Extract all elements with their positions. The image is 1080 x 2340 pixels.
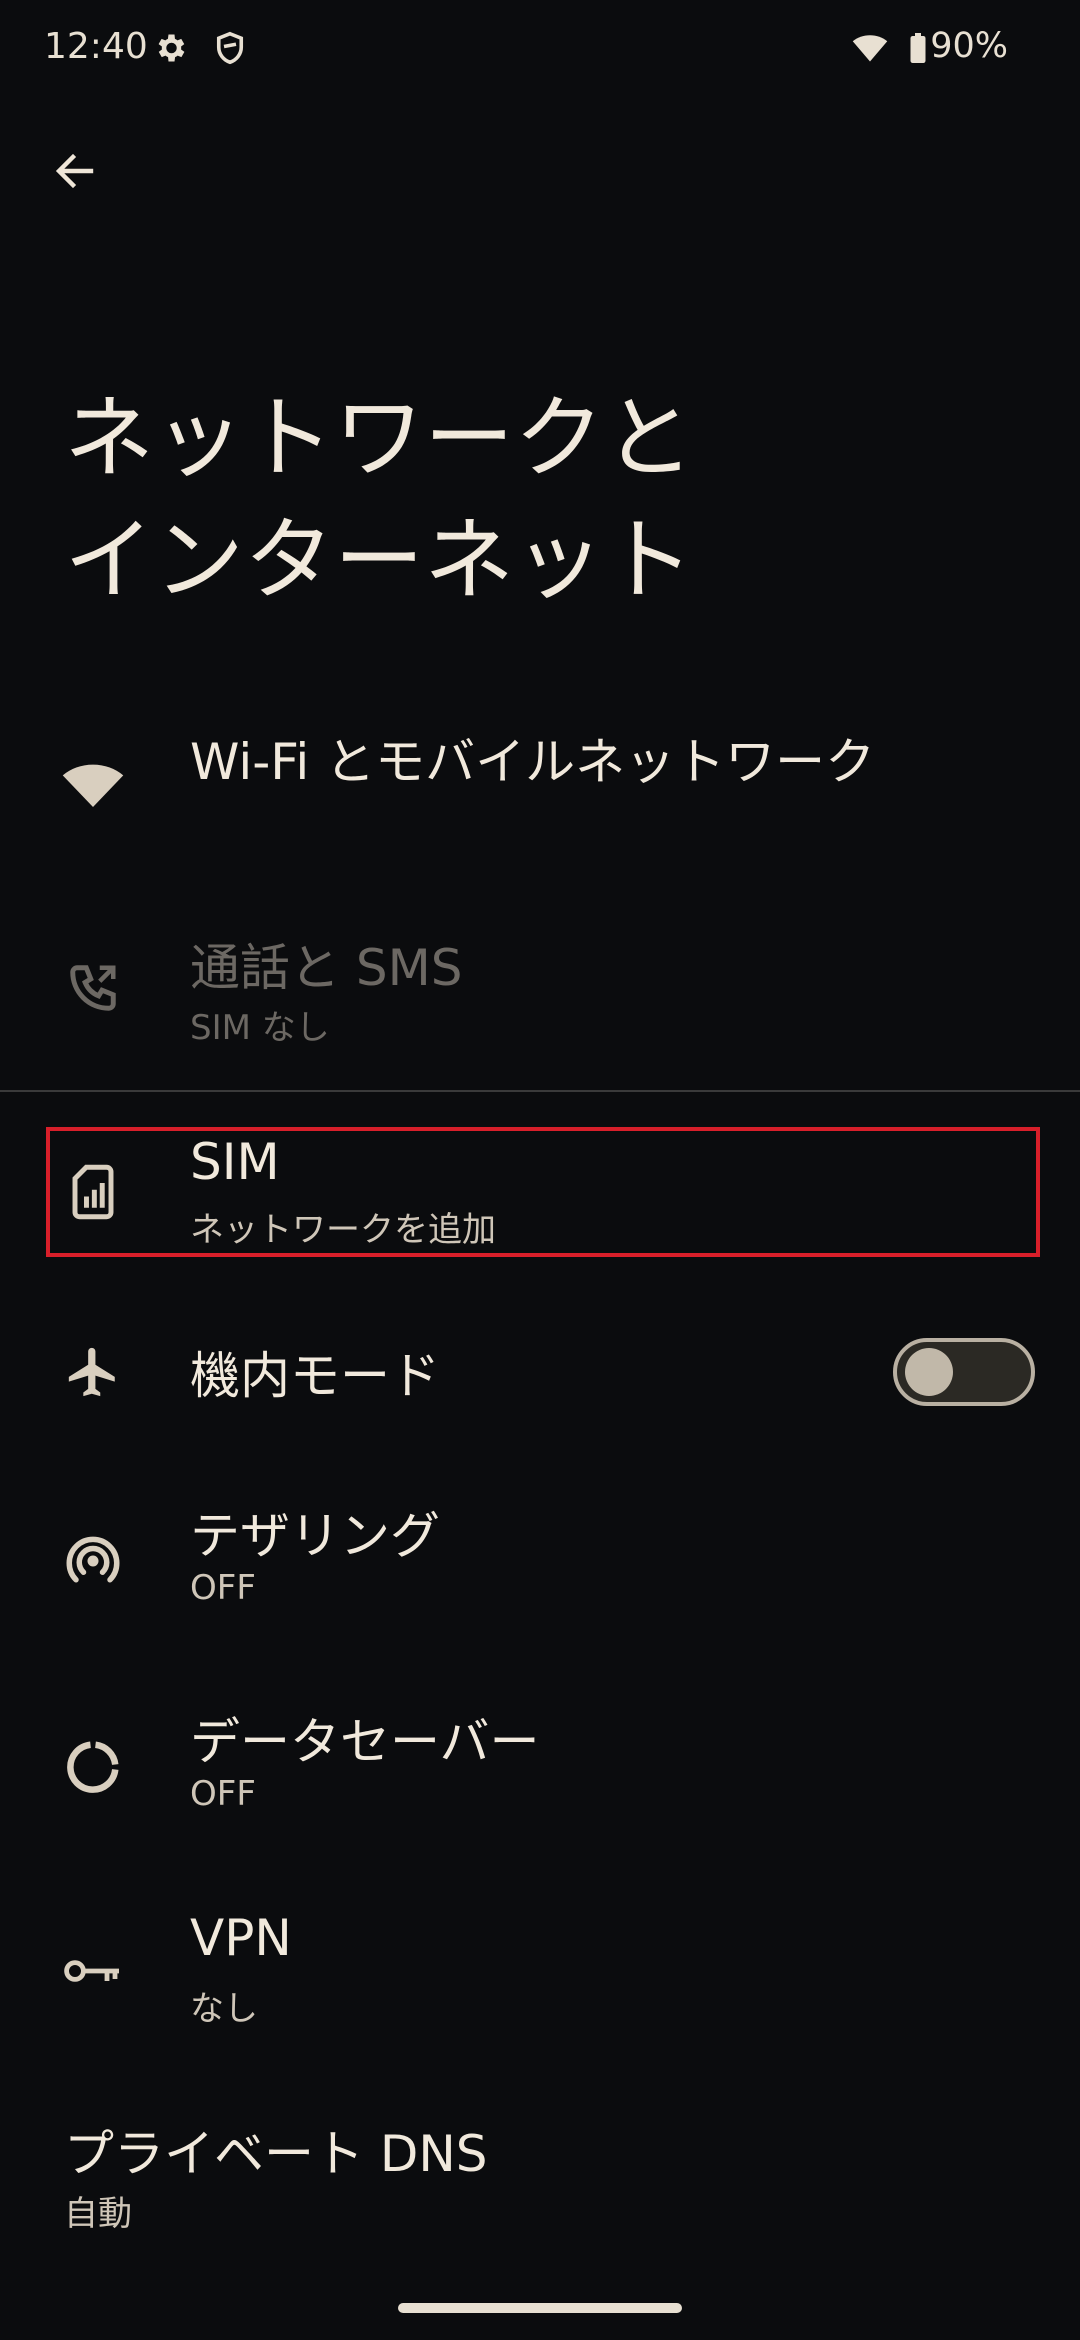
airplane-icon — [58, 1337, 128, 1407]
highlight-box — [46, 1127, 1040, 1257]
data-saver-subtitle: OFF — [190, 1774, 256, 1814]
page-title-line2: インターネット — [64, 508, 694, 613]
wifi-icon — [58, 750, 128, 820]
tethering-title: テザリング — [190, 1507, 440, 1565]
status-bar: 12:40 90% — [0, 0, 1080, 100]
calls-sms-item[interactable]: 通話と SMS SIM なし — [0, 920, 1080, 1060]
gesture-nav-handle[interactable] — [398, 2303, 682, 2313]
key-icon — [58, 1936, 128, 2006]
data-saver-title: データセーバー — [190, 1713, 540, 1771]
tethering-item[interactable]: テザリング OFF — [0, 1490, 1080, 1630]
wifi-mobile-network-title: Wi-Fi とモバイルネットワーク — [190, 733, 876, 791]
page-title: ネットワークと インターネット — [64, 378, 964, 622]
data-saver-icon — [58, 1732, 128, 1802]
data-saver-item[interactable]: データセーバー OFF — [0, 1696, 1080, 1836]
private-dns-item[interactable]: プライベート DNS 自動 — [0, 2110, 1080, 2250]
battery-percent: 90% — [930, 26, 1008, 66]
private-dns-title: プライベート DNS — [64, 2125, 488, 2183]
shield-icon — [216, 31, 244, 65]
vpn-subtitle: なし — [190, 1989, 258, 2029]
status-time: 12:40 — [44, 26, 148, 67]
wifi-icon — [852, 35, 888, 62]
phone-call-icon — [58, 953, 128, 1023]
divider — [0, 1090, 1080, 1092]
calls-sms-subtitle: SIM なし — [190, 1008, 330, 1048]
vpn-title: VPN — [190, 1909, 292, 1967]
airplane-mode-toggle[interactable] — [893, 1338, 1035, 1406]
wifi-mobile-network-item[interactable]: Wi-Fi とモバイルネットワーク — [0, 710, 1080, 850]
hotspot-icon — [58, 1526, 128, 1596]
vpn-item[interactable]: VPN なし — [0, 1903, 1080, 2043]
calls-sms-title: 通話と SMS — [190, 939, 463, 997]
toggle-knob — [905, 1348, 953, 1396]
gear-icon — [158, 34, 185, 62]
arrow-left-icon — [55, 153, 94, 189]
page-title-line1: ネットワークと — [64, 386, 694, 491]
airplane-mode-title: 機内モード — [190, 1347, 440, 1405]
private-dns-subtitle: 自動 — [64, 2194, 132, 2234]
tethering-subtitle: OFF — [190, 1568, 256, 1608]
back-button[interactable] — [40, 136, 110, 206]
